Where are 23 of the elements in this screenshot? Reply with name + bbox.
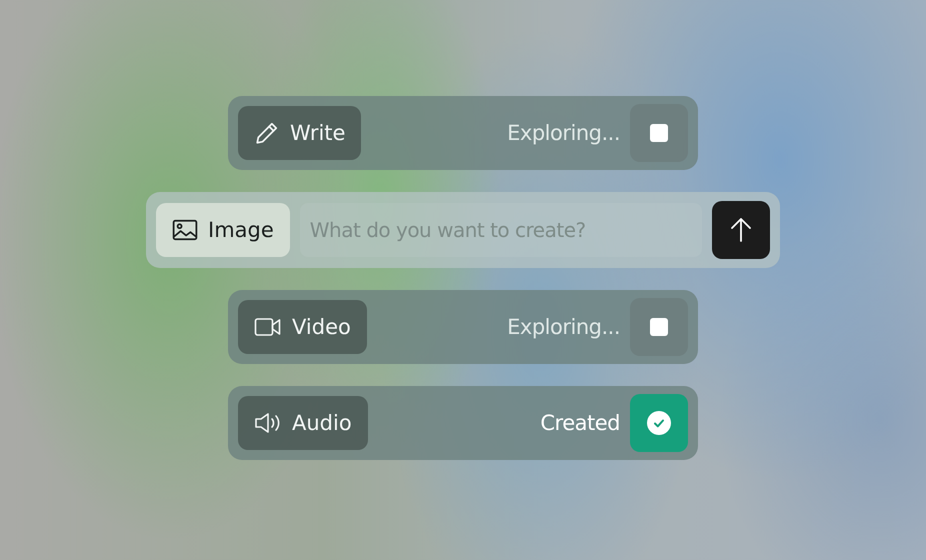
arrow-up-icon <box>730 217 752 243</box>
stop-button[interactable] <box>630 298 688 356</box>
stop-button[interactable] <box>630 104 688 162</box>
mode-chip[interactable]: Video <box>238 300 367 354</box>
mode-chip[interactable]: Audio <box>238 396 368 450</box>
mode-label: Video <box>292 315 351 339</box>
speaker-icon <box>254 411 282 435</box>
mode-label: Image <box>208 218 274 242</box>
status-text: Exploring... <box>507 315 620 339</box>
mode-label: Write <box>290 121 346 145</box>
image-icon <box>172 219 198 241</box>
pencil-icon <box>254 120 280 146</box>
send-button[interactable] <box>712 201 770 259</box>
check-circle-icon <box>647 411 671 435</box>
status-text: Exploring... <box>507 121 620 145</box>
mode-chip[interactable]: Write <box>238 106 362 160</box>
stop-icon <box>650 318 668 336</box>
video-camera-icon <box>254 317 282 337</box>
mode-chip[interactable]: Image <box>156 203 290 257</box>
mode-label: Audio <box>292 411 352 435</box>
status-text: Created <box>540 411 620 435</box>
done-button[interactable] <box>630 394 688 452</box>
stop-icon <box>650 124 668 142</box>
